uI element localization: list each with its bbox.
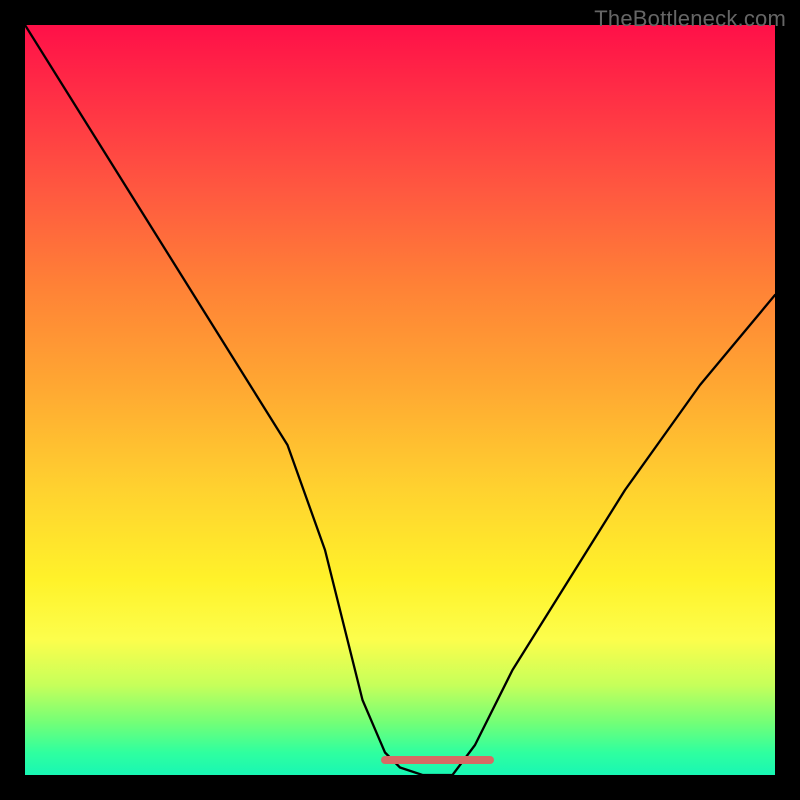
watermark-text: TheBottleneck.com [594,6,786,32]
chart-frame: TheBottleneck.com [0,0,800,800]
plot-area [25,25,775,775]
optimal-range-marker [25,25,775,775]
